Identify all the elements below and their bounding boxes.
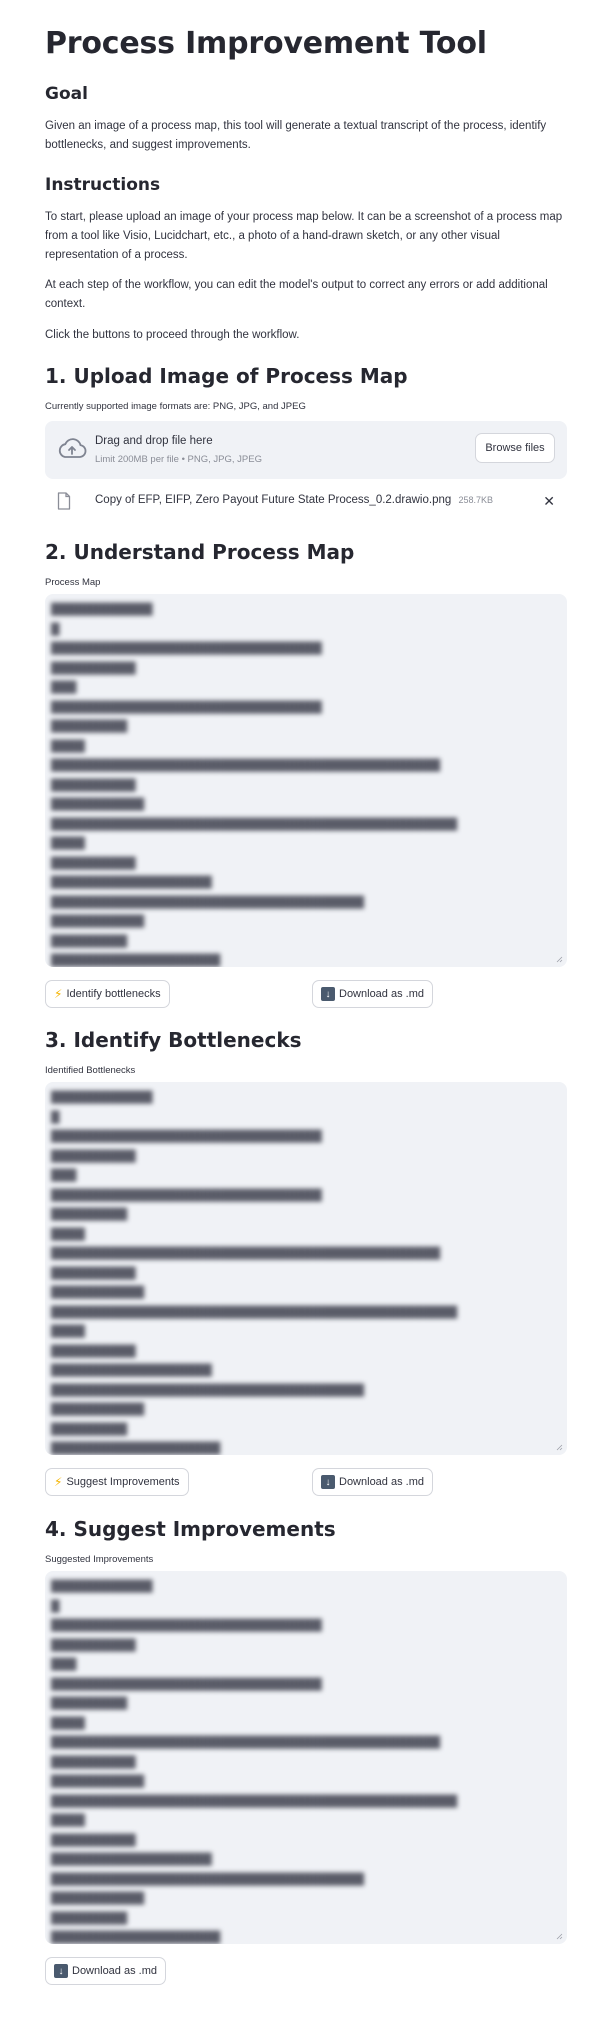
cloud-upload-icon: [58, 438, 87, 458]
bottlenecks-heading: 3. Identify Bottlenecks: [45, 1028, 302, 1052]
improvements-blurred-text: ████████████ █ █████████████████████████…: [51, 1580, 458, 1944]
process-map-label: Process Map: [45, 577, 101, 588]
download-improvements-button[interactable]: ↓ Download as .md: [45, 1957, 166, 1985]
instructions-paragraph-2: At each step of the workflow, you can ed…: [45, 279, 548, 310]
instructions-paragraph-3: Click the buttons to proceed through the…: [45, 329, 300, 341]
lightning-icon: ⚡: [54, 987, 63, 1001]
resize-grip-icon[interactable]: [556, 1444, 563, 1451]
download-label: Download as .md: [339, 1476, 424, 1488]
improvements-label: Suggested Improvements: [45, 1554, 154, 1565]
process-map-textarea[interactable]: ████████████ █ █████████████████████████…: [45, 594, 567, 967]
suggest-improvements-label: Suggest Improvements: [66, 1476, 180, 1488]
resize-grip-icon[interactable]: [556, 956, 563, 963]
file-dropzone[interactable]: Drag and drop file here Limit 200MB per …: [45, 421, 567, 479]
suggest-improvements-button[interactable]: ⚡ Suggest Improvements: [45, 1468, 189, 1496]
improvements-heading: 4. Suggest Improvements: [45, 1517, 336, 1541]
file-icon: [57, 492, 71, 510]
instructions-paragraph-1: To start, please upload an image of your…: [45, 211, 563, 261]
browse-files-button[interactable]: Browse files: [475, 433, 555, 463]
bottlenecks-blurred-text: ████████████ █ █████████████████████████…: [51, 1091, 458, 1455]
download-process-map-button[interactable]: ↓ Download as .md: [312, 980, 433, 1008]
bottlenecks-textarea[interactable]: ████████████ █ █████████████████████████…: [45, 1082, 567, 1455]
download-icon: ↓: [321, 987, 335, 1001]
improvements-textarea[interactable]: ████████████ █ █████████████████████████…: [45, 1571, 567, 1944]
file-name: Copy of EFP, EIFP, Zero Payout Future St…: [95, 494, 452, 506]
identify-bottlenecks-label: Identify bottlenecks: [66, 988, 161, 1000]
identify-bottlenecks-button[interactable]: ⚡ Identify bottlenecks: [45, 980, 170, 1008]
formats-label: Currently supported image formats are: P…: [45, 401, 306, 412]
dropzone-title: Drag and drop file here: [95, 435, 213, 447]
goal-heading: Goal: [45, 84, 88, 104]
download-label: Download as .md: [339, 988, 424, 1000]
download-bottlenecks-button[interactable]: ↓ Download as .md: [312, 1468, 433, 1496]
page: Process Improvement Tool Goal Given an i…: [0, 0, 608, 2018]
download-label: Download as .md: [72, 1965, 157, 1977]
page-title: Process Improvement Tool: [45, 26, 487, 61]
goal-text: Given an image of a process map, this to…: [45, 120, 547, 151]
resize-grip-icon[interactable]: [556, 1933, 563, 1940]
upload-heading: 1. Upload Image of Process Map: [45, 364, 408, 388]
process-map-blurred-text: ████████████ █ █████████████████████████…: [51, 603, 458, 967]
file-size: 258.7KB: [458, 495, 493, 505]
understand-heading: 2. Understand Process Map: [45, 540, 355, 564]
lightning-icon: ⚡: [54, 1475, 63, 1489]
close-icon[interactable]: ✕: [543, 493, 555, 510]
uploaded-file: Copy of EFP, EIFP, Zero Payout Future St…: [45, 487, 567, 517]
download-icon: ↓: [321, 1475, 335, 1489]
bottlenecks-label: Identified Bottlenecks: [45, 1065, 136, 1076]
dropzone-limit: Limit 200MB per file • PNG, JPG, JPEG: [95, 454, 262, 465]
download-icon: ↓: [54, 1964, 68, 1978]
instructions-heading: Instructions: [45, 175, 161, 195]
